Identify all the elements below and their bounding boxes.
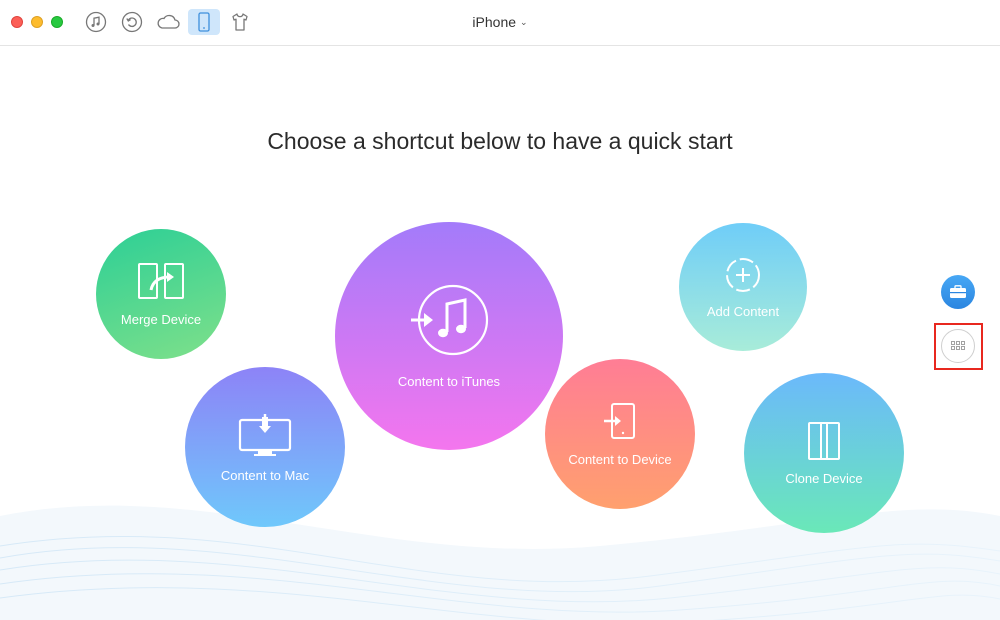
content-to-mac-button[interactable]: Content to Mac bbox=[185, 367, 345, 527]
page-headline: Choose a shortcut below to have a quick … bbox=[267, 128, 733, 154]
merge-device-label: Merge Device bbox=[120, 311, 202, 327]
toolbox-button[interactable] bbox=[941, 275, 975, 309]
merge-device-icon bbox=[138, 262, 184, 299]
main-content: Choose a shortcut below to have a quick … bbox=[0, 46, 1000, 620]
phone-import-icon bbox=[604, 402, 635, 439]
merge-device-button[interactable]: Merge Device bbox=[96, 229, 226, 359]
chevron-down-icon: ⌄ bbox=[520, 16, 528, 27]
highlight-annotation-box bbox=[934, 323, 983, 370]
itunes-note-icon bbox=[411, 284, 489, 355]
content-to-device-label: Content to Device bbox=[568, 451, 672, 467]
title-bar: iPhone ⌄ bbox=[0, 0, 1000, 46]
zoom-window-button[interactable] bbox=[51, 16, 63, 28]
theme-button[interactable] bbox=[224, 9, 256, 35]
content-to-itunes-label: Content to iTunes bbox=[397, 373, 501, 389]
device-selector[interactable]: iPhone ⌄ bbox=[450, 14, 550, 30]
device-name: iPhone bbox=[472, 14, 517, 30]
device-icon bbox=[198, 12, 210, 32]
add-content-label: Add Content bbox=[706, 303, 780, 319]
itunes-library-icon bbox=[85, 11, 107, 33]
toolbox-icon bbox=[950, 285, 966, 298]
app-window: iPhone ⌄ Choose a shortcut below to have… bbox=[0, 0, 1000, 620]
clone-device-button[interactable]: Clone Device bbox=[744, 373, 904, 533]
add-circle-icon bbox=[726, 257, 760, 292]
add-content-button[interactable]: Add Content bbox=[679, 223, 807, 351]
minimize-window-button[interactable] bbox=[31, 16, 43, 28]
clone-device-label: Clone Device bbox=[785, 470, 863, 486]
icloud-button[interactable] bbox=[152, 9, 184, 35]
icloud-icon bbox=[157, 14, 180, 29]
content-to-mac-label: Content to Mac bbox=[220, 467, 310, 483]
close-window-button[interactable] bbox=[11, 16, 23, 28]
content-to-itunes-button[interactable]: Content to iTunes bbox=[335, 222, 563, 450]
theme-shirt-icon bbox=[232, 13, 248, 31]
clone-device-icon bbox=[808, 421, 840, 460]
backup-icon bbox=[121, 11, 143, 33]
monitor-download-icon bbox=[238, 413, 292, 456]
itunes-library-button[interactable] bbox=[80, 9, 112, 35]
backup-button[interactable] bbox=[116, 9, 148, 35]
content-to-device-button[interactable]: Content to Device bbox=[545, 359, 695, 509]
device-button[interactable] bbox=[188, 9, 220, 35]
